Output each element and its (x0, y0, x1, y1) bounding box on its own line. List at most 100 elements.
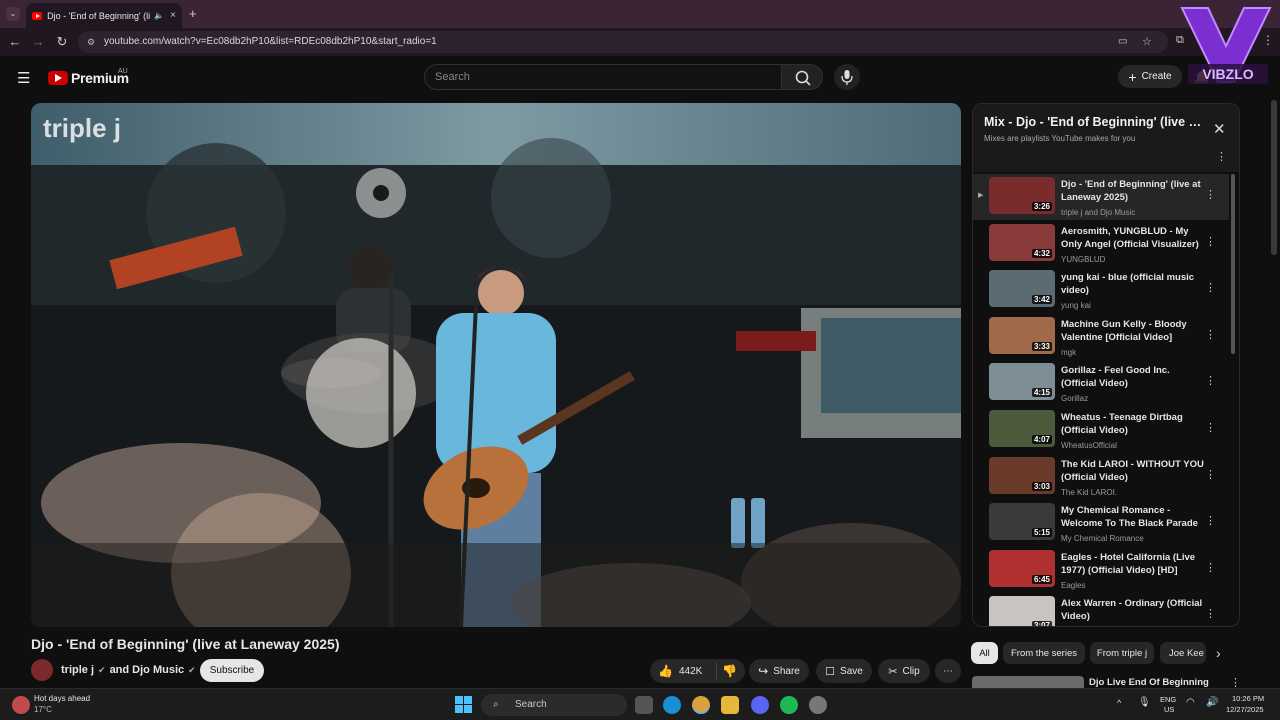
spotify-icon[interactable] (780, 696, 798, 714)
playlist-thumbnail[interactable]: 4:32 (989, 223, 1055, 261)
playlist-thumbnail[interactable]: 3:26 (989, 177, 1055, 214)
more-actions-button[interactable]: ⋯ (935, 659, 961, 683)
playlist-item-title[interactable]: Wheatus - Teenage Dirtbag (Official Vide… (1061, 411, 1206, 437)
recommended-title[interactable]: Djo Live End Of Beginning (1089, 677, 1209, 688)
chrome-icon[interactable] (692, 696, 710, 714)
item-menu-icon[interactable]: ⋮ (1205, 421, 1216, 434)
search-button[interactable] (781, 64, 823, 90)
playlist-item-title[interactable]: The Kid LAROI - WITHOUT YOU (Official Vi… (1061, 458, 1206, 484)
item-menu-icon[interactable]: ⋮ (1205, 514, 1216, 527)
playlist-item-title[interactable]: Alex Warren - Ordinary (Official Video) (1061, 597, 1206, 623)
video-player[interactable]: triple j (31, 103, 961, 627)
reload-icon[interactable]: ↻ (53, 34, 71, 50)
playlist-title[interactable]: Mix - Djo - 'End of Beginning' (live at … (984, 115, 1204, 129)
clock-time[interactable]: 10:26 PM (1232, 694, 1264, 703)
chip-from-the-series[interactable]: From the series (1003, 642, 1085, 664)
recommended-thumbnail[interactable] (972, 676, 1084, 688)
chip-all[interactable]: All (971, 642, 998, 664)
playlist-item-title[interactable]: Eagles - Hotel California (Live 1977) (O… (1061, 551, 1206, 577)
playlist-thumbnail[interactable]: 3:42 (989, 270, 1055, 308)
youtube-premium-logo[interactable]: Premium (48, 70, 129, 86)
playlist-thumbnail[interactable]: 5:15 (989, 503, 1055, 541)
back-icon[interactable]: ← (6, 34, 24, 49)
new-tab-icon[interactable]: + (189, 6, 197, 21)
playlist-item[interactable]: 4:15 Gorillaz - Feel Good Inc. (Official … (973, 360, 1229, 406)
url-input[interactable]: ⚙ youtube.com/watch?v=Ec08db2hP10&list=R… (78, 31, 1168, 53)
bookmark-star-icon[interactable]: ☆ (1142, 31, 1152, 53)
playlist-thumbnail[interactable]: 4:07 (989, 410, 1055, 447)
chip-joe-keery[interactable]: Joe Kee (1160, 642, 1206, 664)
tray-overflow-icon[interactable]: ^ (1117, 698, 1121, 708)
playlist-thumbnail[interactable]: 3:07 (989, 596, 1055, 626)
cast-icon[interactable]: ▭ (1118, 31, 1127, 53)
file-explorer-icon[interactable] (721, 696, 739, 714)
wifi-icon[interactable]: ◠ (1186, 697, 1195, 708)
subscribe-button[interactable]: Subscribe (200, 659, 264, 682)
item-menu-icon[interactable]: ⋮ (1205, 468, 1216, 481)
keyboard-layout: US (1164, 705, 1175, 714)
playlist-item[interactable]: 3:33 Machine Gun Kelly - Bloody Valentine… (973, 314, 1229, 360)
search-input[interactable]: Search (424, 64, 782, 90)
voice-search-button[interactable] (834, 64, 860, 90)
playlist-item[interactable]: 3:03 The Kid LAROI - WITHOUT YOU (Officia… (973, 454, 1229, 500)
playlist-thumbnail[interactable]: 3:33 (989, 316, 1055, 354)
forward-icon[interactable]: → (29, 34, 47, 49)
weather-headline[interactable]: Hot days ahead (34, 694, 90, 703)
collab-channel-name[interactable]: and Djo Music (110, 664, 185, 676)
avatar[interactable] (31, 659, 53, 681)
volume-icon[interactable]: 🔊 (1206, 697, 1218, 708)
clip-button[interactable]: ✂ Clip (878, 659, 930, 683)
save-button[interactable]: ☐ Save (816, 659, 872, 683)
chevron-right-icon[interactable]: › (1216, 645, 1221, 661)
taskbar-search[interactable]: ⌕ Search (481, 694, 627, 716)
playlist-item-title[interactable]: Machine Gun Kelly - Bloody Valentine [Of… (1061, 318, 1206, 344)
playlist-item-title[interactable]: yung kai - blue (official music video) (1061, 271, 1206, 297)
discord-icon[interactable] (751, 696, 769, 714)
microphone-tray-icon[interactable]: 🎙 (1138, 697, 1151, 708)
close-icon[interactable]: ✕ (1213, 120, 1226, 138)
playlist-thumbnail[interactable]: 3:03 (989, 456, 1055, 494)
like-button[interactable]: 👍 442K (658, 664, 702, 678)
dislike-button[interactable]: 👎 (722, 664, 737, 678)
share-button[interactable]: ↪ Share (749, 659, 809, 683)
close-tab-icon[interactable]: × (170, 10, 176, 21)
tab-search-button[interactable]: ⌄ (6, 7, 20, 21)
app-icon[interactable] (809, 696, 827, 714)
site-info-icon[interactable]: ⚙ (87, 31, 95, 53)
item-menu-icon[interactable]: ⋮ (1205, 561, 1216, 574)
playlist-item[interactable]: 4:32 Aerosmith, YUNGBLUD - My Only Angel … (973, 221, 1229, 267)
playlist-item-title[interactable]: My Chemical Romance - Welcome To The Bla… (1061, 504, 1206, 530)
playlist-scrollbar[interactable] (1231, 174, 1235, 354)
audio-icon[interactable]: 🔈 (154, 11, 164, 20)
playlist-item[interactable]: 3:07 Alex Warren - Ordinary (Official Vid… (973, 593, 1229, 626)
create-button[interactable]: + Create (1118, 65, 1182, 88)
playlist-item[interactable]: 4:07 Wheatus - Teenage Dirtbag (Official … (973, 407, 1229, 453)
item-menu-icon[interactable]: ⋮ (1205, 374, 1216, 387)
thumbs-up-icon: 👍 (658, 664, 673, 678)
hamburger-menu-icon[interactable]: ☰ (17, 69, 30, 87)
playlist-item-title[interactable]: Djo - 'End of Beginning' (live at Lanewa… (1061, 178, 1206, 204)
playlist-item[interactable]: ▶ 3:26 Djo - 'End of Beginning' (live at L… (973, 174, 1229, 220)
playlist-item-title[interactable]: Aerosmith, YUNGBLUD - My Only Angel (Off… (1061, 225, 1206, 251)
item-menu-icon[interactable]: ⋮ (1205, 607, 1216, 620)
item-menu-icon[interactable]: ⋮ (1205, 188, 1216, 201)
chip-from-triple-j[interactable]: From triple j (1090, 642, 1154, 664)
language-indicator[interactable]: ENG (1160, 695, 1176, 704)
task-view-icon[interactable] (635, 696, 653, 714)
item-menu-icon[interactable]: ⋮ (1205, 328, 1216, 341)
playlist-thumbnail[interactable]: 6:45 (989, 549, 1055, 587)
playlist-item[interactable]: 5:15 My Chemical Romance - Welcome To The… (973, 500, 1229, 546)
channel-name[interactable]: triple j (61, 664, 94, 676)
start-icon[interactable] (455, 696, 472, 713)
item-menu-icon[interactable]: ⋮ (1205, 235, 1216, 248)
browser-tab[interactable]: Djo - 'End of Beginning' (live 🔈 × (26, 3, 182, 28)
playlist-thumbnail[interactable]: 4:15 (989, 363, 1055, 401)
playlist-item-title[interactable]: Gorillaz - Feel Good Inc. (Official Vide… (1061, 364, 1206, 390)
edge-icon[interactable] (663, 696, 681, 714)
playlist-menu-icon[interactable]: ⋮ (1216, 150, 1227, 163)
playlist-item[interactable]: 6:45 Eagles - Hotel California (Live 1977… (973, 547, 1229, 593)
playlist-item[interactable]: 3:42 yung kai - blue (official music vide… (973, 267, 1229, 313)
item-menu-icon[interactable]: ⋮ (1205, 281, 1216, 294)
page-scrollbar[interactable] (1271, 100, 1277, 255)
weather-icon[interactable] (12, 696, 30, 714)
